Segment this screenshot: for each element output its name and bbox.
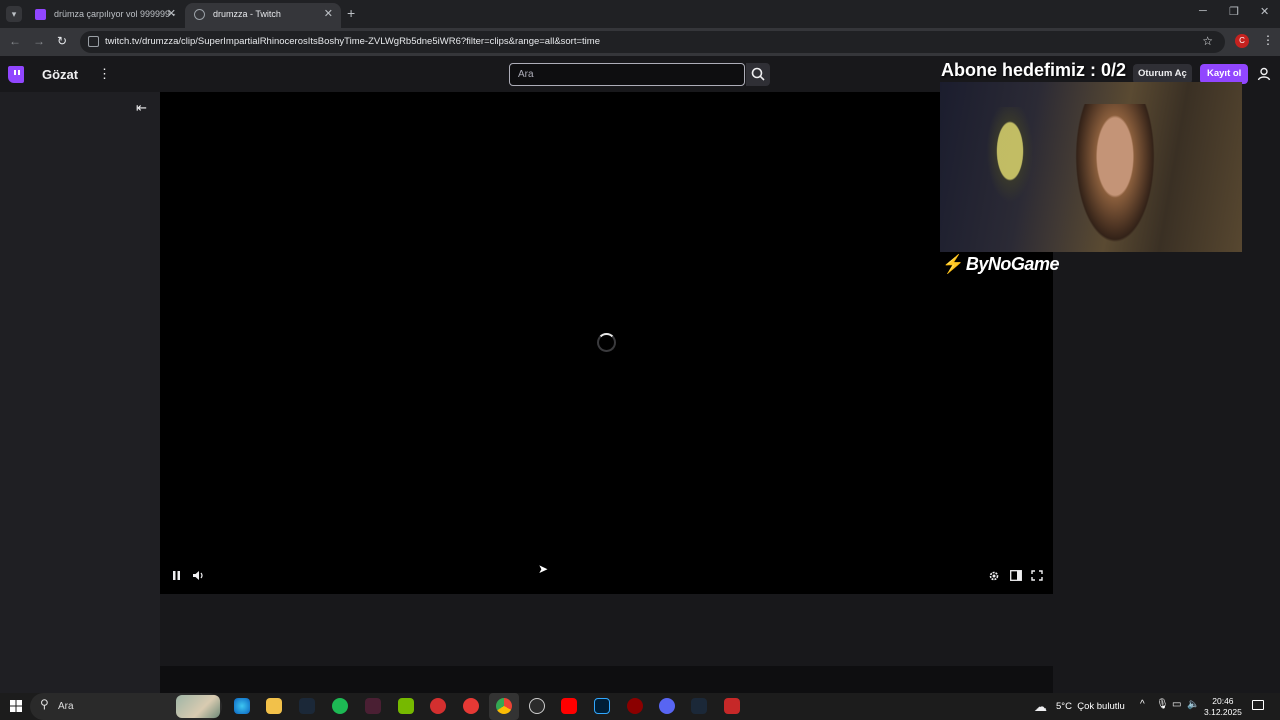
windows-taskbar: ⚲ Ara ☁ 5°C Çok bulutlu ^ 🎙 ▭ 🔈 20:46 3.…: [0, 693, 1280, 720]
tab-title: drümza çarpılıyor vol 999999 -: [54, 9, 176, 19]
close-tab-icon[interactable]: ✕: [167, 3, 176, 25]
taskbar-search-icon: ⚲: [40, 697, 49, 711]
tab-drumzza-twitch[interactable]: drumzza - Twitch ✕: [185, 3, 341, 28]
webcam-overlay-image: [940, 82, 1242, 252]
steam-2-icon[interactable]: [691, 698, 707, 714]
address-bar[interactable]: twitch.tv/drumzza/clip/SuperImpartialRhi…: [80, 31, 1225, 53]
sponsor-logo: ⚡ ByNoGame: [942, 254, 1059, 275]
profile-avatar[interactable]: C: [1235, 34, 1249, 48]
file-explorer-icon[interactable]: [266, 698, 282, 714]
opera-icon[interactable]: [463, 698, 479, 714]
steam-icon[interactable]: [299, 698, 315, 714]
discord-icon[interactable]: [659, 698, 675, 714]
taskbar-search-placeholder: Ara: [58, 701, 74, 712]
browse-link[interactable]: Gözat: [42, 67, 78, 82]
windows-start-icon[interactable]: [10, 700, 22, 712]
browser-tab-bar: ▾ drümza çarpılıyor vol 999999 - ✕ drumz…: [0, 0, 1280, 28]
minimize-icon[interactable]: ─: [1199, 5, 1207, 17]
signup-button[interactable]: Kayıt ol: [1200, 64, 1249, 84]
notification-icon[interactable]: [1252, 700, 1264, 710]
url-text[interactable]: twitch.tv/drumzza/clip/SuperImpartialRhi…: [105, 36, 600, 47]
site-info-icon[interactable]: [88, 36, 99, 47]
user-menu-icon[interactable]: [1257, 67, 1271, 81]
search-input[interactable]: Ara: [509, 63, 745, 86]
youtube-icon[interactable]: [561, 698, 577, 714]
restore-icon[interactable]: ❐: [1229, 5, 1239, 18]
background-person: [980, 107, 1040, 217]
taskbar-search-box[interactable]: ⚲ Ara: [30, 693, 222, 720]
weather-description: Çok bulutlu: [1077, 701, 1125, 712]
left-sidebar: ⇤: [0, 92, 160, 693]
network-icon[interactable]: ▭: [1172, 699, 1181, 710]
nvidia-icon[interactable]: [398, 698, 414, 714]
valorant-icon[interactable]: [365, 698, 381, 714]
subscriber-goal-text: Abone hedefimiz : 0/2: [941, 60, 1127, 80]
globe-favicon-icon: [194, 9, 205, 20]
chrome-icon[interactable]: [496, 698, 512, 714]
edge-icon[interactable]: [234, 698, 250, 714]
pause-icon[interactable]: [171, 570, 182, 581]
volume-icon[interactable]: [192, 570, 205, 581]
red-app-icon[interactable]: [430, 698, 446, 714]
mouse-cursor-icon: ➤: [538, 562, 549, 576]
tab-search-menu-icon[interactable]: ▾: [6, 6, 22, 22]
close-tab-icon[interactable]: ✕: [324, 3, 333, 25]
browser-toolbar: ← → ↻ twitch.tv/drumzza/clip/SuperImpart…: [0, 28, 1280, 56]
game-launcher-icon[interactable]: [627, 698, 643, 714]
search-highlight-image[interactable]: [176, 695, 220, 718]
video-player[interactable]: ➤: [160, 92, 1053, 594]
theatre-mode-icon[interactable]: [1010, 570, 1022, 581]
clock-date: 3.12.2025: [1204, 707, 1242, 717]
weather-cloud-icon[interactable]: ☁: [1034, 699, 1047, 715]
forward-icon[interactable]: →: [33, 34, 45, 48]
riot-client-icon[interactable]: [724, 698, 740, 714]
twitch-logo-icon[interactable]: [8, 66, 24, 83]
tray-chevron-icon[interactable]: ^: [1140, 699, 1145, 710]
twitch-favicon-icon: [35, 9, 46, 20]
back-icon[interactable]: ←: [9, 34, 21, 48]
search-icon: [751, 67, 765, 81]
loading-spinner-icon: [597, 333, 616, 352]
bookmark-star-icon[interactable]: ☆: [1202, 34, 1213, 48]
clock-app-icon[interactable]: [529, 698, 545, 714]
settings-gear-icon[interactable]: [988, 570, 1000, 582]
login-button[interactable]: Oturum Aç: [1133, 64, 1192, 84]
search-button[interactable]: [746, 63, 770, 86]
new-tab-icon[interactable]: +: [347, 5, 355, 21]
streamer-face: [1070, 104, 1160, 252]
system-clock[interactable]: 20:46 3.12.2025: [1204, 696, 1242, 718]
photoshop-icon[interactable]: [594, 698, 610, 714]
collapse-sidebar-icon[interactable]: ⇤: [136, 100, 147, 116]
sponsor-name: ByNoGame: [965, 254, 1060, 274]
reload-icon[interactable]: ↻: [57, 34, 67, 48]
weather-widget[interactable]: 5°C Çok bulutlu: [1056, 701, 1125, 712]
browser-menu-icon[interactable]: ⋮: [1262, 33, 1274, 47]
fullscreen-icon[interactable]: [1031, 570, 1043, 581]
page-footer-area: [160, 666, 1053, 693]
spotify-icon[interactable]: [332, 698, 348, 714]
close-window-icon[interactable]: ✕: [1260, 5, 1269, 18]
microphone-icon[interactable]: 🎙: [1156, 699, 1169, 710]
clip-info-panel: [160, 594, 1053, 666]
tab-drumza-video[interactable]: drümza çarpılıyor vol 999999 - ✕: [26, 3, 184, 28]
tab-title: drumzza - Twitch: [213, 9, 281, 19]
sponsor-mark-icon: ⚡: [942, 254, 964, 274]
speaker-icon[interactable]: 🔈: [1187, 699, 1199, 710]
weather-temp: 5°C: [1056, 701, 1072, 712]
more-options-icon[interactable]: ⋮: [98, 66, 111, 82]
clock-time: 20:46: [1212, 696, 1234, 706]
